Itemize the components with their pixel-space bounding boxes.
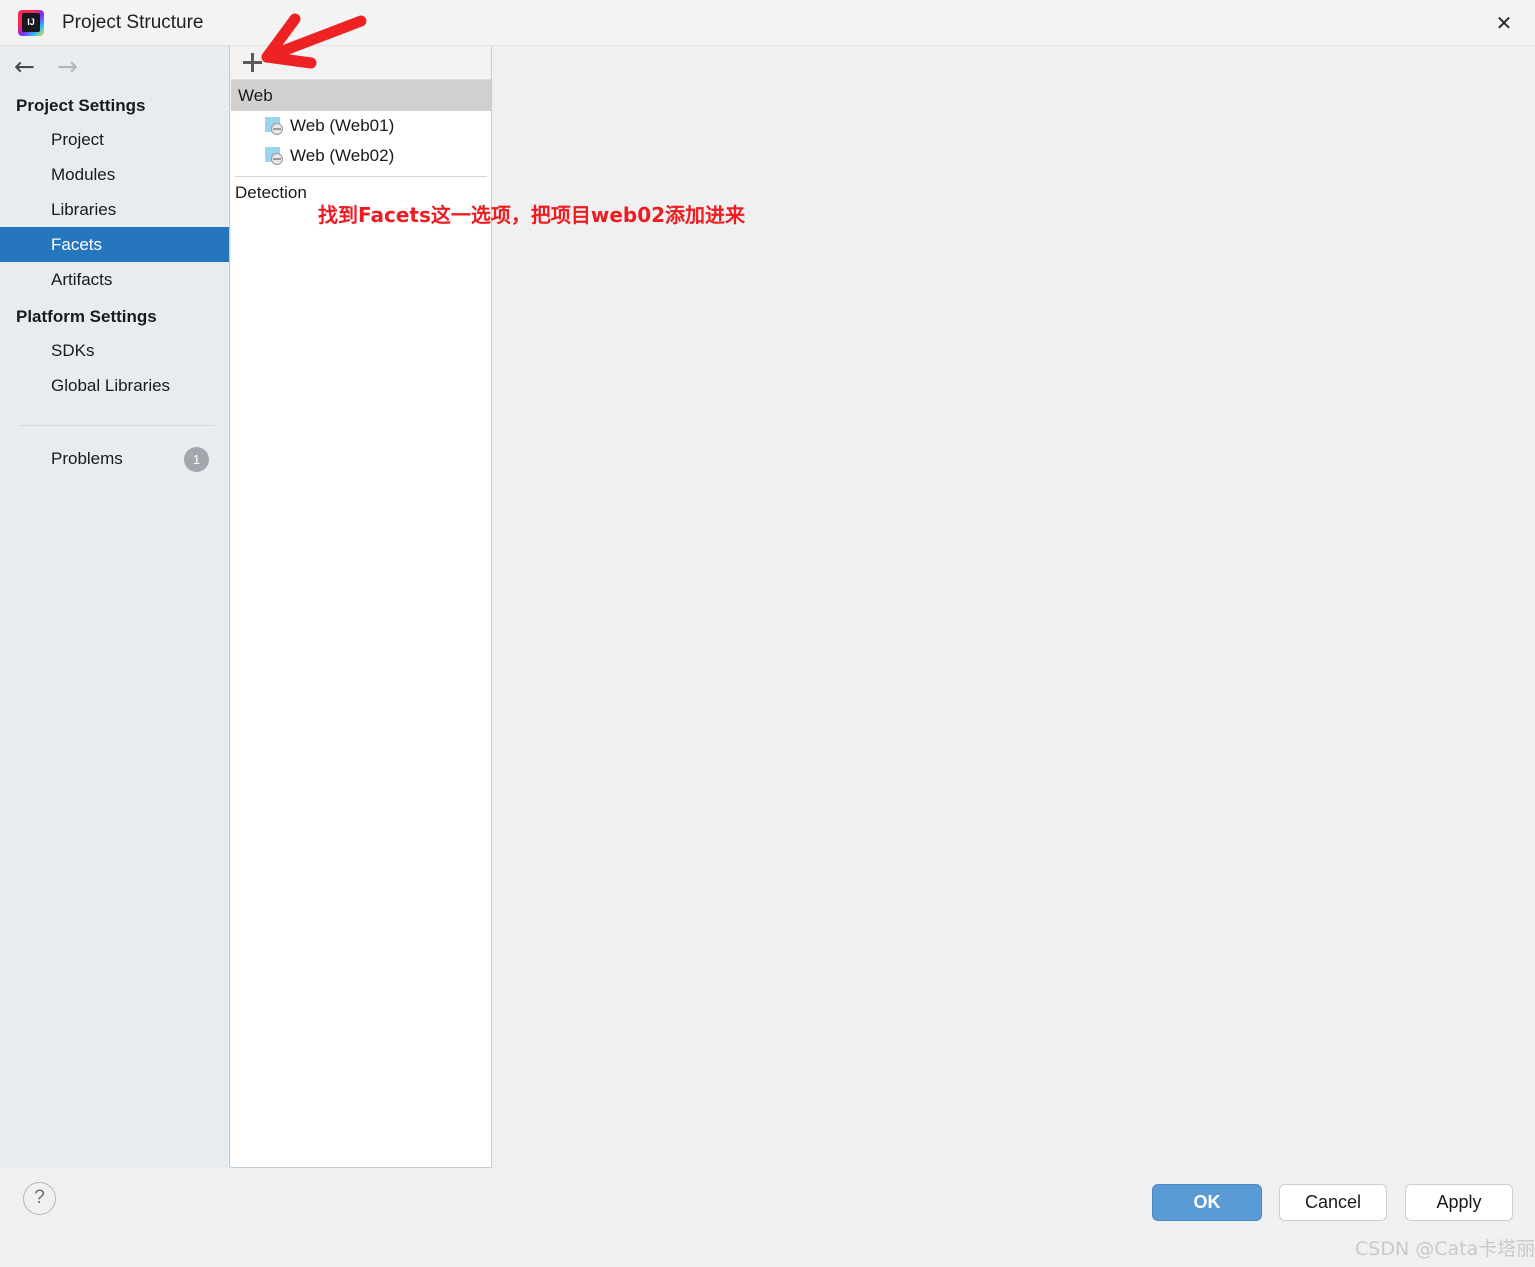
tree-row[interactable]: Web (Web01) — [231, 111, 491, 141]
annotation-text: 找到Facets这一选项，把项目web02添加进来 — [318, 203, 746, 227]
back-arrow-icon[interactable]: ← — [14, 54, 35, 79]
window-title: Project Structure — [62, 11, 204, 33]
settings-sidebar: ← → Project Settings Project Modules Lib… — [0, 46, 230, 1168]
tree-group-header-web[interactable]: Web — [231, 80, 491, 111]
app-icon-glyph: IJ — [22, 12, 40, 32]
help-icon[interactable]: ? — [23, 1182, 56, 1215]
ok-button[interactable]: OK — [1152, 1184, 1262, 1221]
sidebar-item-artifacts[interactable]: Artifacts — [0, 262, 229, 297]
intellij-idea-icon: IJ — [18, 9, 44, 36]
sidebar-item-problems[interactable]: Problems 1 — [0, 440, 229, 478]
sidebar-group-platform-settings: Platform Settings — [16, 307, 157, 326]
title-bar: IJ Project Structure ✕ — [0, 0, 1535, 46]
sidebar-item-project[interactable]: Project — [0, 122, 229, 157]
add-facet-icon[interactable] — [243, 52, 263, 73]
sidebar-divider — [20, 425, 215, 426]
project-structure-dialog: IJ Project Structure ✕ ← → Project Setti… — [0, 0, 1535, 1267]
sidebar-group-project-settings: Project Settings — [16, 96, 146, 115]
tree-row-label: Web (Web02) — [290, 146, 395, 165]
close-icon[interactable]: ✕ — [1473, 0, 1535, 45]
cancel-button[interactable]: Cancel — [1279, 1184, 1387, 1221]
sidebar-item-global-libraries[interactable]: Global Libraries — [0, 368, 229, 403]
web-facet-icon — [265, 147, 283, 165]
tree-row[interactable]: Web (Web02) — [231, 141, 491, 171]
forward-arrow-icon[interactable]: → — [57, 54, 78, 79]
sidebar-item-libraries[interactable]: Libraries — [0, 192, 229, 227]
sidebar-item-facets[interactable]: Facets — [0, 227, 229, 262]
dialog-footer: ? OK Cancel Apply — [0, 1168, 1535, 1267]
problems-count-badge: 1 — [184, 446, 209, 472]
apply-button[interactable]: Apply — [1405, 1184, 1513, 1221]
sidebar-item-modules[interactable]: Modules — [0, 157, 229, 192]
navigation-row: ← → — [0, 46, 229, 86]
tree-row-label: Web (Web01) — [290, 116, 395, 135]
sidebar-item-sdks[interactable]: SDKs — [0, 333, 229, 368]
problems-label: Problems — [51, 449, 123, 468]
facets-toolbar — [231, 46, 491, 80]
web-facet-icon — [265, 117, 283, 135]
csdn-watermark: CSDN @Cata卡塔丽娜 — [1355, 1238, 1535, 1260]
